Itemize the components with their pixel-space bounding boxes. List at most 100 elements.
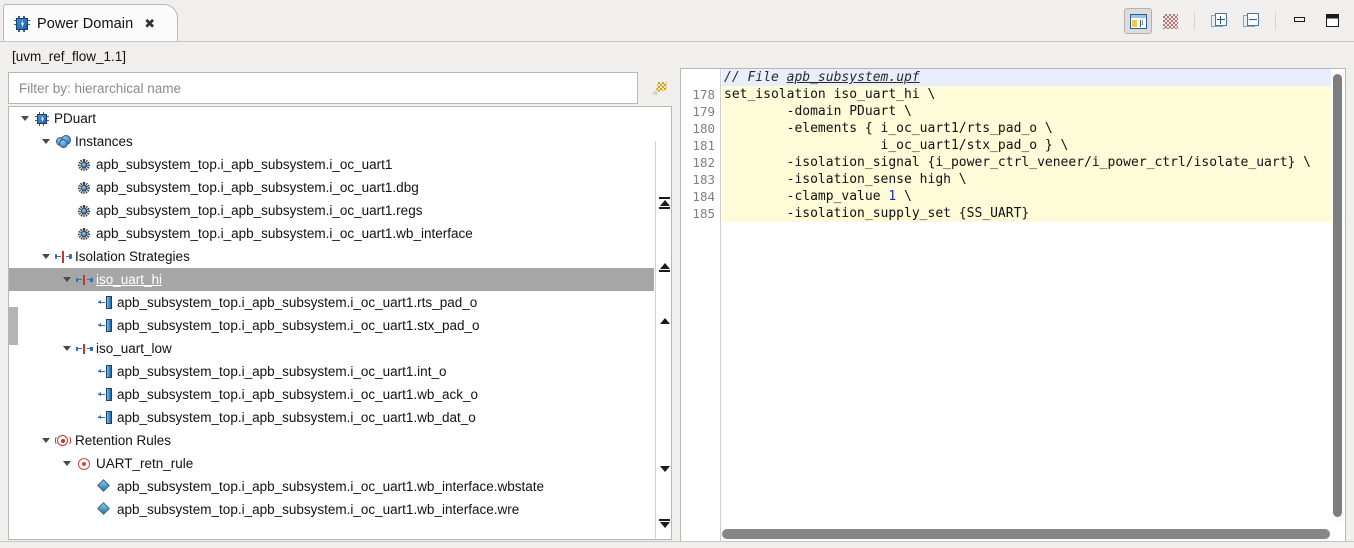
- tree-item-icon: [75, 268, 93, 291]
- tree-row[interactable]: apb_subsystem_top.i_apb_subsystem.i_oc_u…: [9, 291, 654, 314]
- code-vertical-scrollbar-thumb[interactable]: [1333, 74, 1342, 517]
- highlight-toggle-button[interactable]: [1156, 8, 1184, 34]
- tree-row[interactable]: apb_subsystem_top.i_apb_subsystem.i_oc_u…: [9, 314, 654, 337]
- twisty-expanded-icon[interactable]: [59, 452, 75, 475]
- tree-item-icon: [75, 337, 93, 360]
- tree-item-label: apb_subsystem_top.i_apb_subsystem.i_oc_u…: [117, 479, 545, 494]
- tree-row[interactable]: Retention Rules: [9, 429, 654, 452]
- twisty-expanded-icon[interactable]: [59, 337, 75, 360]
- tree-row[interactable]: iso_uart_low: [9, 337, 654, 360]
- show-properties-button[interactable]: [1124, 8, 1152, 34]
- code-file-header: // File apb_subsystem.upf: [722, 69, 1331, 86]
- tree-row[interactable]: apb_subsystem_top.i_apb_subsystem.i_oc_u…: [9, 406, 654, 429]
- tree-scrollbar[interactable]: [9, 107, 18, 539]
- tree-row[interactable]: PDuart: [9, 107, 654, 130]
- code-line[interactable]: -isolation_sense high \: [722, 171, 1331, 188]
- tree-row[interactable]: apb_subsystem_top.i_apb_subsystem.i_oc_u…: [9, 153, 654, 176]
- code-horizontal-scrollbar[interactable]: [722, 528, 1330, 540]
- retention-rules-icon: [55, 434, 71, 448]
- jump-to-first-button[interactable]: [656, 195, 671, 211]
- tree-row[interactable]: apb_subsystem_top.i_apb_subsystem.i_oc_u…: [9, 383, 654, 406]
- twisty-expanded-icon[interactable]: [59, 268, 75, 291]
- port-icon: [97, 388, 113, 401]
- tab-power-domain[interactable]: Power Domain ✖: [3, 4, 178, 42]
- expand-all-button[interactable]: [1205, 8, 1233, 34]
- tree-item-label: iso_uart_low: [96, 341, 172, 356]
- tree-row[interactable]: apb_subsystem_top.i_apb_subsystem.i_oc_u…: [9, 222, 654, 245]
- tree-row[interactable]: UART_retn_rule: [9, 452, 654, 475]
- tree-row-selected[interactable]: iso_uart_hi: [9, 268, 654, 291]
- maximize-view-button[interactable]: [1318, 8, 1346, 34]
- code-horizontal-scrollbar-thumb[interactable]: [722, 529, 1330, 539]
- tree-row[interactable]: Instances: [9, 130, 654, 153]
- tree-item-icon: [96, 406, 114, 429]
- tree-nav-column: [655, 141, 671, 539]
- code-line[interactable]: set_isolation iso_uart_hi \: [722, 86, 1331, 103]
- code-line[interactable]: -domain PDuart \: [722, 103, 1331, 120]
- code-line[interactable]: -clamp_value 1 \: [722, 188, 1331, 205]
- tree-item-icon: [54, 429, 72, 452]
- tree-item-icon: [96, 291, 114, 314]
- tree-item-label: UART_retn_rule: [96, 456, 194, 471]
- filter-input-wrap[interactable]: Filter by: hierarchical name: [8, 72, 638, 104]
- down-icon: [659, 466, 670, 472]
- tree-row[interactable]: Isolation Strategies: [9, 245, 654, 268]
- twisty-expanded-icon[interactable]: [38, 429, 54, 452]
- tree-row[interactable]: apb_subsystem_top.i_apb_subsystem.i_oc_u…: [9, 199, 654, 222]
- tree-item-label: PDuart: [54, 111, 97, 126]
- collapse-all-button[interactable]: [1237, 8, 1265, 34]
- code-line[interactable]: i_oc_uart1/stx_pad_o } \: [722, 137, 1331, 154]
- port-icon: [97, 319, 113, 332]
- line-number: 182: [692, 155, 715, 170]
- tree-scrollbar-thumb[interactable]: [9, 307, 18, 345]
- jump-down-button[interactable]: [656, 515, 671, 531]
- tree-item-label: apb_subsystem_top.i_apb_subsystem.i_oc_u…: [96, 157, 393, 172]
- code-vertical-scrollbar[interactable]: [1331, 70, 1344, 525]
- isolation-strategy-icon: [75, 274, 93, 286]
- gutter-blank: [681, 69, 720, 86]
- tree-rows: PDuart Instances apb_subsystem_top.i_apb_s…: [9, 107, 654, 539]
- tree-container: PDuart Instances apb_subsystem_top.i_apb_s…: [8, 106, 672, 540]
- tree-item-icon: [96, 475, 114, 498]
- line-number: 180: [692, 121, 715, 136]
- close-icon[interactable]: ✖: [144, 17, 155, 30]
- tree-item-icon: [54, 245, 72, 268]
- retention-rule-icon: [77, 457, 92, 471]
- tree-row[interactable]: apb_subsystem_top.i_apb_subsystem.i_oc_u…: [9, 475, 654, 498]
- tree-item-label: Isolation Strategies: [75, 249, 190, 264]
- line-number: 183: [692, 172, 715, 187]
- brush-button[interactable]: [648, 74, 672, 100]
- instance-gear-icon: [77, 181, 91, 195]
- code-line[interactable]: -isolation_signal {i_power_ctrl_veneer/i…: [722, 154, 1331, 171]
- comment-filename-link[interactable]: apb_subsystem.upf: [787, 70, 920, 85]
- tree-row[interactable]: apb_subsystem_top.i_apb_subsystem.i_oc_u…: [9, 360, 654, 383]
- step-up-button[interactable]: [656, 313, 671, 329]
- tab-title: Power Domain: [37, 15, 134, 32]
- tree-item-icon: [33, 107, 51, 130]
- brush-icon: [651, 79, 669, 96]
- line-number: 179: [692, 104, 715, 119]
- twisty-expanded-icon[interactable]: [38, 130, 54, 153]
- step-down-button[interactable]: [656, 461, 671, 477]
- code-panel: 178 179 180 181 182 183 184 185 // File apb_sub…: [680, 68, 1346, 544]
- filter-input[interactable]: Filter by: hierarchical name: [19, 81, 181, 96]
- code-line[interactable]: -elements { i_oc_uart1/rts_pad_o \: [722, 120, 1331, 137]
- tree-row[interactable]: apb_subsystem_top.i_apb_subsystem.i_oc_u…: [9, 176, 654, 199]
- tree-row[interactable]: apb_subsystem_top.i_apb_subsystem.i_oc_u…: [9, 498, 654, 521]
- twisty-expanded-icon[interactable]: [38, 245, 54, 268]
- jump-up-button[interactable]: [656, 259, 671, 275]
- tree-item-label: apb_subsystem_top.i_apb_subsystem.i_oc_u…: [117, 318, 480, 333]
- code-line[interactable]: -isolation_supply_set {SS_UART}: [722, 205, 1331, 222]
- properties-icon: [1129, 13, 1147, 29]
- code-area[interactable]: // File apb_subsystem.upf set_isolation …: [722, 69, 1331, 529]
- minimize-view-button[interactable]: [1286, 8, 1314, 34]
- tab-bar: Power Domain ✖: [0, 0, 1354, 42]
- double-up-bar-icon: [659, 197, 670, 209]
- twisty-expanded-icon[interactable]: [17, 107, 33, 130]
